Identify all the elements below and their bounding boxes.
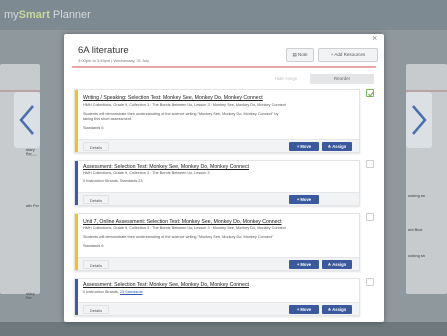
chevron-right-icon <box>412 105 427 135</box>
footer-bar <box>0 322 447 336</box>
card-title[interactable]: Unit 7, Online Assessment: Selection Tes… <box>83 219 282 225</box>
move-button[interactable]: + Move <box>289 305 319 314</box>
details-button[interactable]: Details <box>83 142 109 151</box>
select-checkbox[interactable] <box>366 89 375 98</box>
note-button[interactable]: ▤ Note <box>286 48 314 62</box>
select-checkbox[interactable] <box>366 160 374 168</box>
move-button[interactable]: + Move <box>289 260 319 269</box>
selection-column <box>362 89 378 317</box>
resource-card[interactable]: Unit 7, Online Assessment: Selection Tes… <box>74 213 360 271</box>
card-source: HMH Collections, Grade 9, Collection 3 :… <box>83 226 286 230</box>
card-footer: Details + Move ≗ Assign <box>78 302 359 315</box>
select-checkbox[interactable] <box>366 278 374 286</box>
resource-card[interactable]: Writing / Speaking: Selection Test: Monk… <box>74 89 360 153</box>
chevron-left-icon <box>19 105 34 135</box>
card-title[interactable]: Writing / Speaking: Selection Test: Monk… <box>83 95 263 101</box>
card-footer: Details + Move <box>78 192 359 205</box>
app-header: mySmart Planner <box>0 0 447 30</box>
details-button[interactable]: Details <box>83 305 109 314</box>
card-description: taking this short assessment. <box>83 117 132 121</box>
checkmark-icon <box>368 91 375 98</box>
card-title[interactable]: Assessment: Selection Test: Monkey See, … <box>83 164 249 170</box>
card-standards: 0 Instruction Strands, Standards 23 <box>83 179 143 183</box>
lesson-title: 6A literature <box>78 45 129 56</box>
card-source: HMH Collections, Grade 9, Collection 3 :… <box>83 171 210 175</box>
side-item: ooking an <box>408 194 425 198</box>
side-item: ooking an <box>408 254 425 258</box>
card-title[interactable]: Assessment: Selection Test: Monkey See, … <box>83 282 249 288</box>
assign-button[interactable]: ≗ Assign <box>322 142 352 151</box>
card-source: HMH Collections, Grade 9, Collection 3 :… <box>83 103 286 107</box>
side-item: atic Per <box>26 204 39 208</box>
move-button[interactable]: + Move <box>289 142 319 151</box>
side-item: ntary Per <box>26 292 35 300</box>
resource-card[interactable]: Assessment: Selection Test: Monkey See, … <box>74 278 360 316</box>
close-icon[interactable]: × <box>372 34 377 43</box>
previous-arrow-button[interactable] <box>14 92 40 148</box>
select-checkbox[interactable] <box>366 213 374 221</box>
app-logo: mySmart Planner <box>4 9 91 21</box>
card-standards: Standards 6 <box>83 244 104 248</box>
card-footer: Details + Move ≗ Assign <box>78 139 359 152</box>
side-item: ard Busi <box>408 228 423 232</box>
assign-button[interactable]: ≗ Assign <box>322 260 352 269</box>
details-button[interactable]: Details <box>83 260 109 269</box>
card-standards: 0 Instruction Strands, 23 Standards <box>83 290 143 294</box>
view-tabs: Hide Assgn Reorder <box>264 74 376 84</box>
tab-reorder[interactable]: Reorder <box>310 74 374 84</box>
details-button[interactable]: Details <box>83 195 109 204</box>
header-divider <box>72 66 376 68</box>
tab-hide-assign[interactable]: Hide Assgn <box>264 74 308 84</box>
next-arrow-button[interactable] <box>406 92 432 148</box>
standards-link[interactable]: 23 Standards <box>120 290 143 294</box>
lesson-time: 3:00pm to 3:45pm | Wednesday, 31 July <box>78 58 150 63</box>
card-standards: Standards 6 <box>83 126 104 130</box>
assign-button[interactable]: ≗ Assign <box>322 305 352 314</box>
side-item: nting an <box>26 153 37 157</box>
card-footer: Details + Move ≗ Assign <box>78 257 359 270</box>
lesson-modal: × 6A literature 3:00pm to 3:45pm | Wedne… <box>64 34 384 322</box>
card-description: Students will demonstrate their understa… <box>83 235 274 239</box>
add-resources-button[interactable]: + Add Resources <box>318 48 378 62</box>
move-button[interactable]: + Move <box>289 195 319 204</box>
resource-card[interactable]: Assessment: Selection Test: Monkey See, … <box>74 160 360 206</box>
